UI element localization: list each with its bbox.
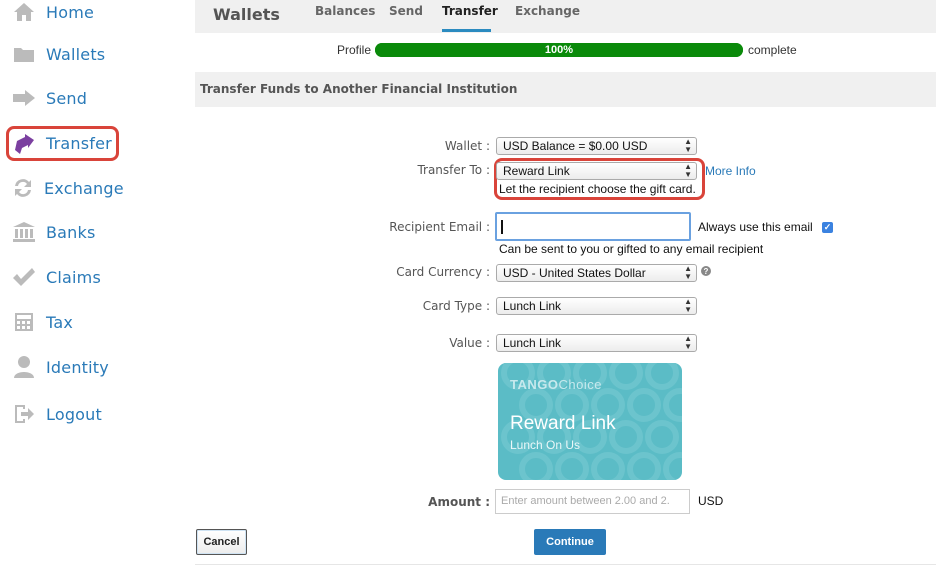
transfer-to-select[interactable]: Reward Link ▲ ▼ [496, 162, 697, 180]
exchange-icon [12, 176, 34, 200]
sidebar-item-home[interactable]: Home [8, 0, 120, 29]
tab-balances[interactable]: Balances [315, 4, 375, 18]
header-bar: Wallets Balances Send Transfer Exchange [195, 0, 936, 33]
card-subtitle: Lunch On Us [510, 438, 581, 452]
tab-active-indicator [442, 29, 491, 32]
wallet-label: Wallet : [444, 139, 490, 153]
home-icon [12, 0, 36, 24]
card-currency-select-value: USD - United States Dollar [503, 266, 646, 280]
amount-unit: USD [698, 494, 724, 508]
sidebar-item-claims[interactable]: Claims [8, 260, 120, 294]
tab-send[interactable]: Send [389, 4, 423, 18]
card-type-select[interactable]: Lunch Link ▲ ▼ [496, 297, 697, 315]
section-heading-bar: Transfer Funds to Another Financial Inst… [195, 72, 936, 107]
sidebar-item-exchange[interactable]: Exchange [8, 171, 124, 205]
select-arrows-icon: ▲ ▼ [684, 334, 692, 351]
select-arrows-icon: ▲ ▼ [684, 137, 692, 154]
logout-icon [12, 402, 36, 426]
value-select-value: Lunch Link [503, 336, 562, 350]
transfer-icon [12, 132, 36, 156]
amount-label: Amount : [428, 495, 490, 509]
checkmark-icon: ✓ [823, 222, 832, 232]
sidebar-item-label: Logout [46, 404, 102, 424]
transfer-to-select-value: Reward Link [503, 164, 570, 178]
gift-card-image: TANGOChoice Reward Link Lunch On Us [498, 363, 682, 480]
sidebar: Home Wallets Send Transfer Exchange Bank… [0, 0, 195, 567]
cancel-button[interactable]: Cancel [196, 529, 247, 555]
continue-button[interactable]: Continue [534, 529, 606, 555]
sidebar-item-logout[interactable]: Logout [8, 397, 120, 431]
always-use-email-checkbox[interactable]: ✓ [822, 222, 833, 233]
wallet-select[interactable]: USD Balance = $0.00 USD ▲ ▼ [496, 137, 697, 155]
transfer-to-label: Transfer To : [417, 163, 490, 177]
value-label: Value : [449, 336, 490, 350]
recipient-email-hint: Can be sent to you or gifted to any emai… [499, 242, 764, 256]
always-use-email-label: Always use this email [698, 220, 813, 234]
divider [195, 564, 936, 565]
sidebar-item-label: Exchange [44, 178, 124, 198]
sidebar-item-tax[interactable]: Tax [8, 305, 120, 339]
select-arrows-icon: ▲ ▼ [684, 264, 692, 281]
sidebar-item-label: Claims [46, 267, 101, 287]
calculator-icon [12, 310, 36, 334]
card-currency-select[interactable]: USD - United States Dollar ▲ ▼ [496, 264, 697, 282]
sidebar-item-label: Wallets [46, 44, 106, 64]
recipient-email-label: Recipient Email : [389, 220, 490, 234]
card-currency-label: Card Currency : [396, 265, 490, 279]
progress-percent: 100% [544, 44, 574, 56]
amount-input[interactable]: Enter amount between 2.00 and 2. [495, 489, 690, 514]
sidebar-item-label: Home [46, 2, 95, 22]
sidebar-item-identity[interactable]: Identity [8, 350, 120, 384]
progress-bar: 100% [375, 43, 743, 57]
user-icon [12, 355, 36, 379]
sidebar-item-label: Banks [46, 222, 96, 242]
arrow-right-icon [12, 86, 36, 110]
progress-fill: 100% [375, 43, 743, 57]
section-heading: Transfer Funds to Another Financial Inst… [200, 82, 518, 96]
help-icon[interactable]: ? [701, 266, 711, 276]
card-type-select-value: Lunch Link [503, 299, 562, 313]
sidebar-item-label: Identity [46, 357, 109, 377]
transfer-to-hint: Let the recipient choose the gift card. [499, 182, 696, 196]
more-info-link[interactable]: More Info [705, 164, 756, 178]
card-type-label: Card Type : [422, 299, 490, 313]
card-title: Reward Link [510, 413, 616, 434]
value-select[interactable]: Lunch Link ▲ ▼ [496, 334, 697, 352]
select-arrows-icon: ▲ ▼ [684, 297, 692, 314]
recipient-email-input[interactable] [495, 212, 691, 241]
sidebar-item-label: Tax [46, 312, 73, 332]
card-brand-logo: TANGOChoice [510, 377, 602, 392]
progress-label: Profile [337, 43, 372, 57]
sidebar-item-label: Transfer [46, 134, 112, 153]
checkmark-icon [12, 265, 36, 289]
sidebar-item-wallets[interactable]: Wallets [8, 37, 120, 71]
sidebar-item-send[interactable]: Send [8, 81, 120, 115]
tab-transfer[interactable]: Transfer [442, 4, 498, 18]
select-arrows-icon: ▲ ▼ [684, 162, 692, 179]
wallet-select-value: USD Balance = $0.00 USD [503, 139, 648, 153]
tab-exchange[interactable]: Exchange [515, 4, 580, 18]
sidebar-item-transfer[interactable]: Transfer [6, 126, 119, 161]
sidebar-item-banks[interactable]: Banks [8, 215, 120, 249]
profile-progress: Profile 100% complete [195, 39, 936, 63]
bank-icon [12, 220, 36, 244]
text-caret [501, 220, 503, 234]
sidebar-item-label: Send [46, 88, 88, 108]
progress-complete-label: complete [748, 43, 797, 57]
folder-icon [12, 42, 36, 66]
page-title: Wallets [213, 5, 280, 24]
